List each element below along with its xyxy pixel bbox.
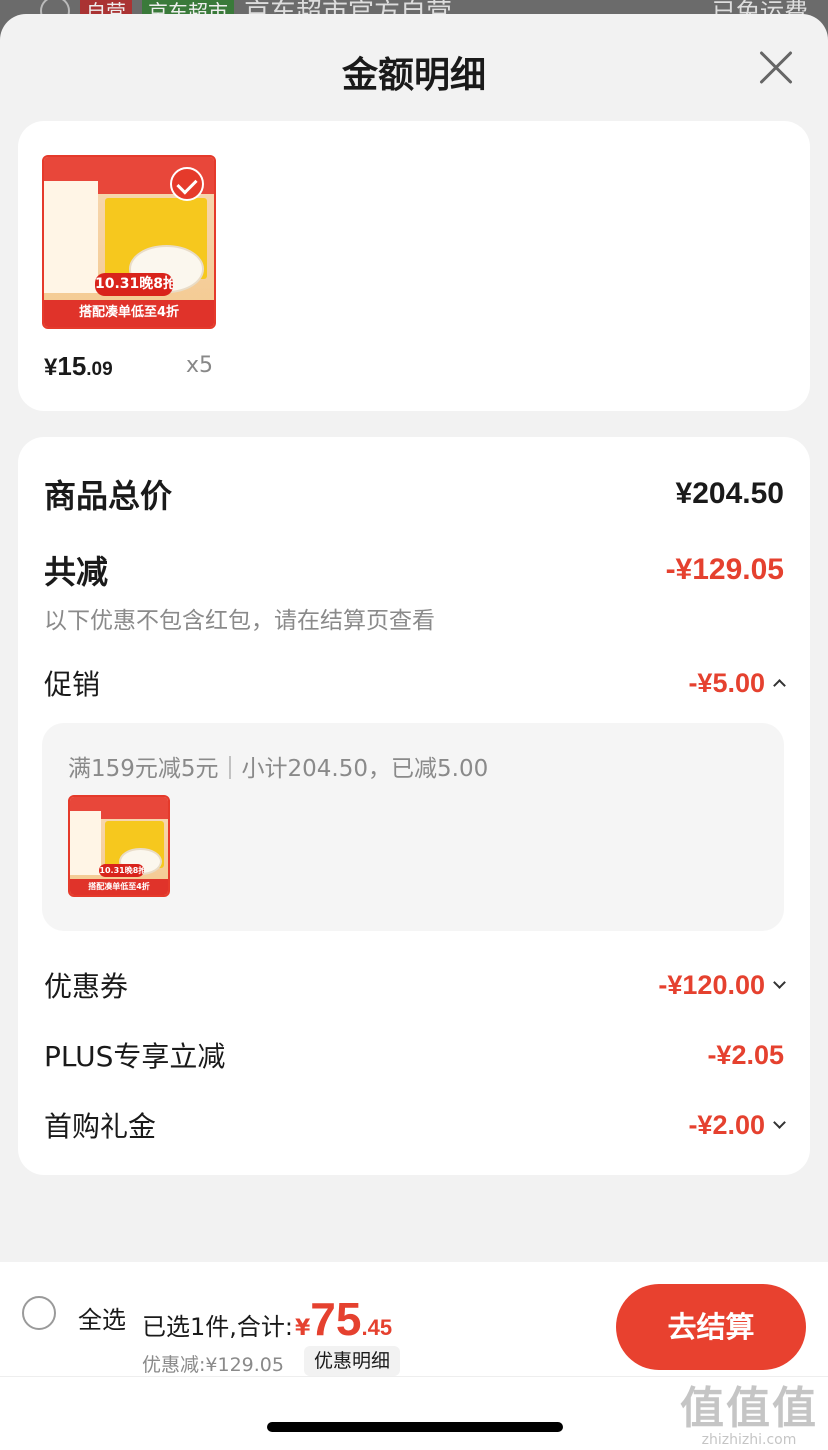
reduction-note: 以下优惠不包含红包，请在结算页查看 bbox=[44, 608, 435, 634]
select-all-radio[interactable] bbox=[22, 1296, 56, 1330]
total-currency: ¥ bbox=[294, 1316, 311, 1341]
chevron-up-icon[interactable] bbox=[773, 679, 786, 692]
total-label: 商品总价 bbox=[44, 477, 173, 515]
checkmark-icon[interactable] bbox=[170, 167, 204, 201]
discount-row-coupon[interactable]: 优惠券 -¥120.00 bbox=[44, 965, 786, 1005]
coupon-value-wrap: -¥120.00 bbox=[658, 969, 786, 1001]
sheet-title: 金额明细 bbox=[341, 55, 486, 96]
promotion-row[interactable]: 促销 -¥5.00 bbox=[44, 663, 786, 703]
price-decimal: .09 bbox=[86, 359, 113, 380]
reduction-row: 共减 -¥129.05 bbox=[44, 547, 784, 593]
plus-discount-value: -¥2.05 bbox=[707, 1039, 784, 1070]
product-image-side-panel bbox=[44, 180, 99, 293]
total-value: ¥204.50 bbox=[675, 477, 784, 510]
price-symbol: ¥ bbox=[44, 354, 58, 381]
first-purchase-value-wrap: -¥2.00 bbox=[688, 1109, 786, 1141]
checkout-button[interactable]: 去结算 bbox=[616, 1284, 806, 1370]
coupon-value: -¥120.00 bbox=[658, 969, 765, 1000]
promo-product-banner: 搭配凑单低至4折 bbox=[70, 879, 168, 895]
total-row: 商品总价 ¥204.50 bbox=[44, 471, 784, 517]
discount-detail-link[interactable]: 优惠明细 bbox=[304, 1346, 401, 1376]
promotion-value: -¥5.00 bbox=[688, 667, 765, 698]
sheet-header: 金额明细 bbox=[0, 14, 828, 122]
selected-total: 已选1件,合计: ¥ 75 .45 bbox=[142, 1296, 392, 1342]
saved-amount: 优惠减:¥129.05 bbox=[142, 1354, 284, 1376]
promo-image-side-panel bbox=[70, 810, 102, 876]
product-banner: 搭配凑单低至4折 bbox=[44, 299, 214, 327]
coupon-label: 优惠券 bbox=[44, 970, 129, 1003]
promotion-product-image[interactable]: 10.31晚8抢 搭配凑单低至4折 bbox=[68, 795, 170, 897]
select-all-label[interactable]: 全选 bbox=[78, 1300, 126, 1335]
first-purchase-value: -¥2.00 bbox=[688, 1109, 765, 1140]
reduction-label: 共减 bbox=[44, 553, 109, 591]
chevron-down-icon[interactable] bbox=[773, 976, 786, 989]
promo-flash-sale-badge: 10.31晚8抢 bbox=[99, 863, 145, 878]
chevron-down-icon[interactable] bbox=[773, 1116, 786, 1129]
price-detail-card: 商品总价 ¥204.50 共减 -¥129.05 以下优惠不包含红包，请在结算页… bbox=[18, 437, 810, 1175]
watermark: 值值值 zhizhizhi.com bbox=[680, 1372, 818, 1448]
promotion-value-wrap: -¥5.00 bbox=[688, 667, 786, 699]
promotion-label: 促销 bbox=[44, 668, 101, 701]
first-purchase-label: 首购礼金 bbox=[44, 1110, 157, 1143]
product-price: ¥15.09 bbox=[44, 351, 113, 382]
watermark-logo: 值值值 bbox=[680, 1383, 818, 1434]
selected-count-text: 已选1件,合计: bbox=[142, 1313, 293, 1341]
discount-row-first-purchase[interactable]: 首购礼金 -¥2.00 bbox=[44, 1105, 786, 1145]
price-integer: 15 bbox=[57, 351, 87, 381]
flash-sale-badge: 10.31晚8抢 bbox=[95, 272, 174, 297]
product-quantity: x5 bbox=[186, 353, 214, 378]
plus-discount-label: PLUS专享立减 bbox=[44, 1040, 226, 1073]
reduction-value: -¥129.05 bbox=[665, 553, 784, 586]
product-image[interactable]: 10.31晚8抢 搭配凑单低至4折 bbox=[42, 155, 216, 329]
home-indicator[interactable] bbox=[267, 1422, 563, 1432]
total-integer: 75 bbox=[310, 1293, 362, 1345]
amount-detail-sheet: 金额明细 10.31晚8抢 搭配凑单低至4折 ¥15.09 x5 商品总价 ¥2… bbox=[0, 14, 828, 1450]
close-icon[interactable] bbox=[758, 50, 794, 86]
discount-row-plus: PLUS专享立减 -¥2.05 bbox=[44, 1035, 784, 1075]
product-card: 10.31晚8抢 搭配凑单低至4折 ¥15.09 x5 bbox=[18, 121, 810, 411]
total-decimal: .45 bbox=[361, 1315, 393, 1340]
promotion-rule: 满159元减5元｜小计204.50，已减5.00 bbox=[68, 756, 489, 782]
